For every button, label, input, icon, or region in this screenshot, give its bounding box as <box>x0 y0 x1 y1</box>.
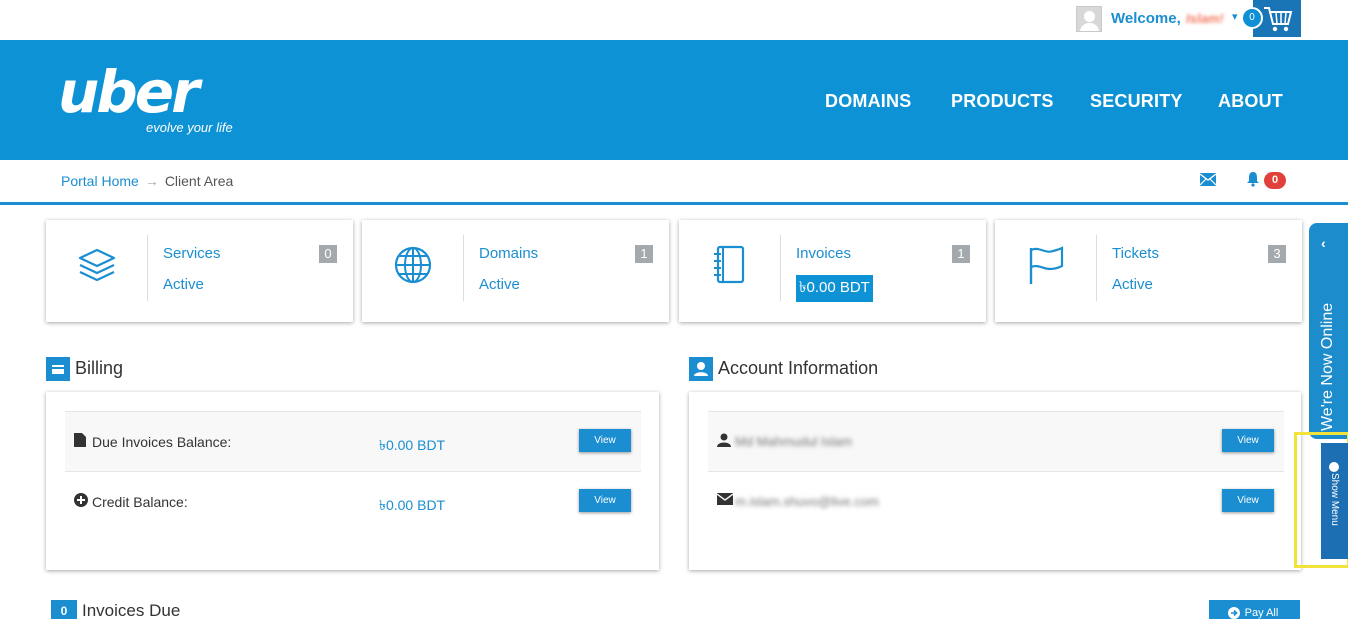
view-due-invoices-button[interactable]: View <box>579 429 631 452</box>
show-menu-label[interactable]: Show Menu <box>1329 473 1340 526</box>
live-chat-label[interactable]: We're Now Online <box>1319 291 1337 431</box>
envelope-icon[interactable] <box>1200 173 1216 186</box>
nav-security[interactable]: SECURITY <box>1090 91 1183 112</box>
logo-tagline: evolve your life <box>146 120 233 135</box>
notification-badge: 0 <box>1264 172 1286 189</box>
tile-title[interactable]: Tickets <box>1112 245 1159 262</box>
cart-icon <box>1264 7 1293 32</box>
top-bar: Welcome, Islam! ▾ 0 <box>0 0 1348 40</box>
pay-all-label: Pay All <box>1244 607 1279 619</box>
tile-status: Active <box>479 276 520 293</box>
nav-about[interactable]: ABOUT <box>1218 91 1283 112</box>
credit-balance-label: Credit Balance: <box>92 494 188 510</box>
logo[interactable]: uber evolve your life <box>58 58 233 135</box>
tile-count-badge: 1 <box>635 245 653 263</box>
chevron-left-icon[interactable]: ‹ <box>1321 235 1326 251</box>
pay-all-button[interactable]: Pay All <box>1209 600 1300 619</box>
billing-panel: Due Invoices Balance: ৳0.00 BDT View Cre… <box>46 392 659 570</box>
bell-icon[interactable] <box>1245 171 1261 187</box>
document-icon <box>74 433 86 447</box>
account-email-value: m.islam.shuvo@live.com <box>735 494 879 509</box>
view-account-name-button[interactable]: View <box>1222 429 1274 452</box>
person-icon <box>717 433 731 447</box>
tile-count-badge: 3 <box>1268 245 1286 263</box>
tile-count-badge: 1 <box>952 245 970 263</box>
globe-icon <box>394 246 432 284</box>
tile-domains[interactable]: Domains Active 1 <box>362 220 669 322</box>
account-info-title: Account Information <box>718 358 879 378</box>
due-invoices-label: Due Invoices Balance: <box>92 434 232 450</box>
breadcrumb-current: Client Area <box>164 173 234 189</box>
account-panel: Md Mahmudul Islam View m.islam.shuvo@liv… <box>689 392 1301 570</box>
chevron-down-icon[interactable]: ▾ <box>1232 10 1238 23</box>
arrow-down-circle-icon <box>1329 462 1339 472</box>
account-row: m.islam.shuvo@live.com View <box>708 471 1284 531</box>
tile-title[interactable]: Domains <box>479 245 538 262</box>
due-invoices-value: ৳0.00 BDT <box>379 437 446 453</box>
cart-count-badge: 0 <box>1241 7 1263 29</box>
breadcrumb: Portal Home → Client Area <box>61 173 233 189</box>
envelope-icon <box>717 493 733 505</box>
tile-title[interactable]: Invoices <box>796 245 851 262</box>
invoices-due-count: 0 <box>51 600 77 619</box>
welcome-text[interactable]: Welcome, <box>1111 10 1181 27</box>
credit-card-icon <box>46 357 70 381</box>
notebook-icon <box>714 245 745 284</box>
layers-icon <box>78 248 116 282</box>
view-credit-balance-button[interactable]: View <box>579 489 631 512</box>
billing-title: Billing <box>75 358 124 378</box>
view-account-email-button[interactable]: View <box>1222 489 1274 512</box>
tile-services[interactable]: Services Active 0 <box>46 220 353 322</box>
nav-domains[interactable]: DOMAINS <box>825 91 911 112</box>
tile-title[interactable]: Services <box>163 245 221 262</box>
tile-amount: ৳0.00 BDT <box>796 275 873 302</box>
billing-row: Due Invoices Balance: ৳0.00 BDT View <box>65 411 641 471</box>
tile-status: Active <box>1112 276 1153 293</box>
invoices-due-title: Invoices Due <box>82 601 181 619</box>
tile-invoices[interactable]: Invoices ৳0.00 BDT 1 <box>679 220 986 322</box>
billing-row: Credit Balance: ৳0.00 BDT View <box>65 471 641 531</box>
tile-status: Active <box>163 276 204 293</box>
account-row: Md Mahmudul Islam View <box>708 411 1284 471</box>
breadcrumb-home-link[interactable]: Portal Home <box>61 173 139 189</box>
credit-balance-value: ৳0.00 BDT <box>379 497 446 513</box>
breadcrumb-separator: → <box>144 173 159 189</box>
user-avatar[interactable] <box>1076 6 1102 32</box>
plus-circle-icon <box>74 493 88 507</box>
tile-tickets[interactable]: Tickets Active 3 <box>995 220 1302 322</box>
header-divider <box>0 202 1348 205</box>
arrow-circle-right-icon <box>1228 607 1240 619</box>
tile-count-badge: 0 <box>319 245 337 263</box>
flag-icon <box>1029 246 1064 284</box>
logo-wordmark: uber <box>58 58 200 126</box>
user-icon <box>689 357 713 381</box>
site-header: uber evolve your life DOMAINS PRODUCTS S… <box>0 40 1348 160</box>
nav-products[interactable]: PRODUCTS <box>951 91 1054 112</box>
account-name-value: Md Mahmudul Islam <box>735 434 853 449</box>
welcome-username[interactable]: Islam! <box>1186 11 1224 26</box>
